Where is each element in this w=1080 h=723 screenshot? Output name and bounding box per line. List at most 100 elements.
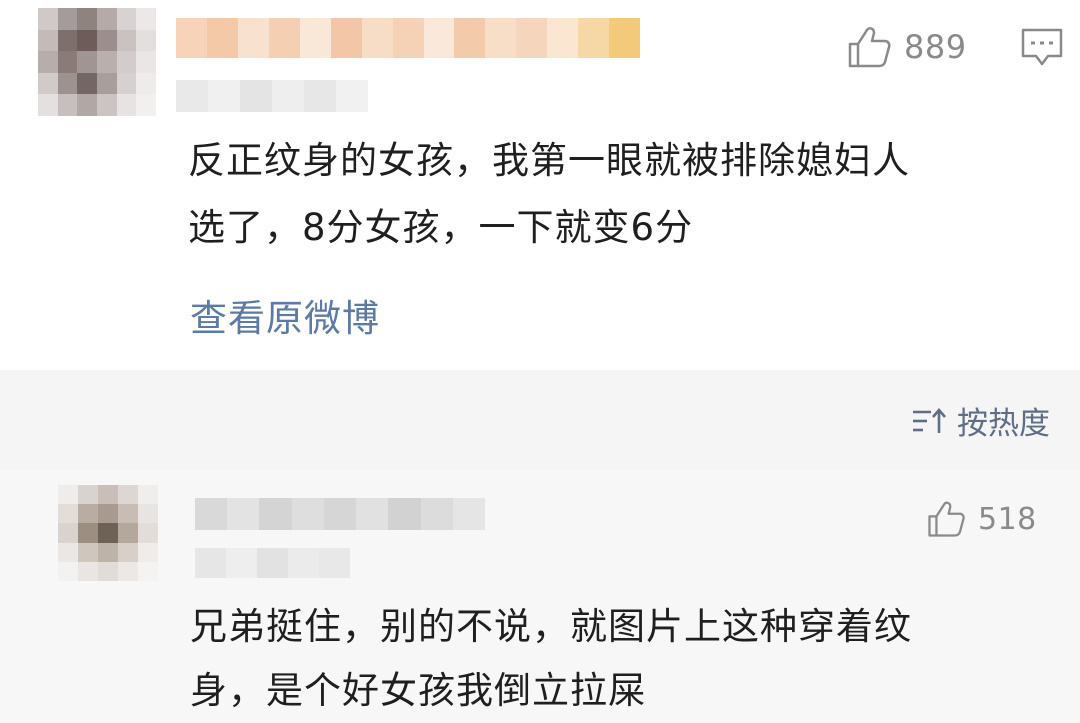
mosaic-tile — [78, 523, 98, 543]
mosaic-tile — [116, 94, 137, 116]
comment-text-line: 反正纹身的女孩，我第一眼就被排除媳妇人 — [188, 139, 910, 182]
comment-text-line: 选了，8分女孩，一下就变6分 — [188, 206, 694, 249]
mosaic-tile — [208, 80, 240, 112]
mosaic-tile — [195, 498, 228, 530]
mosaic-tile — [288, 548, 319, 578]
mosaic-tile — [237, 18, 269, 58]
comment-text-line: 兄弟挺住，别的不说，就图片上这种穿着纹 — [190, 605, 912, 648]
mosaic-tile — [138, 561, 158, 581]
mosaic-tile — [118, 561, 138, 581]
mosaic-tile — [116, 8, 137, 30]
comment-meta-pixelated — [176, 80, 368, 112]
mosaic-tile — [136, 72, 156, 95]
mosaic-tile — [257, 548, 288, 578]
mosaic-tile — [452, 498, 485, 530]
username-pixelated[interactable] — [195, 498, 485, 530]
thumbs-up-icon — [928, 501, 965, 537]
mosaic-tile — [38, 72, 58, 95]
mosaic-tile — [304, 80, 336, 112]
mosaic-tile — [78, 561, 98, 581]
mosaic-tile — [227, 498, 260, 530]
like-count: 518 — [978, 501, 1037, 537]
mosaic-tile — [138, 542, 158, 562]
mosaic-tile — [118, 542, 138, 562]
mosaic-tile — [136, 94, 156, 116]
comment-bubble-icon[interactable] — [1020, 26, 1064, 68]
sort-order-icon — [913, 407, 946, 433]
mosaic-tile — [116, 72, 137, 95]
mosaic-tile — [57, 94, 78, 116]
mosaic-tile — [77, 8, 97, 30]
mosaic-tile — [176, 18, 207, 58]
mosaic-tile — [96, 51, 117, 73]
mosaic-tile — [323, 498, 357, 530]
comment-text-line: 身，是个好女孩我倒立拉屎 — [190, 669, 646, 712]
mosaic-tile — [268, 18, 300, 58]
mosaic-tile — [78, 542, 98, 562]
mosaic-tile — [423, 18, 455, 58]
avatar[interactable] — [38, 8, 156, 116]
sort-by-popularity-button[interactable]: 按热度 — [911, 398, 1050, 443]
mosaic-tile — [336, 80, 368, 112]
mosaic-tile — [98, 485, 118, 505]
mosaic-tile — [58, 485, 78, 505]
mosaic-tile — [77, 94, 97, 116]
mosaic-tile — [58, 561, 78, 581]
mosaic-tile — [118, 523, 138, 543]
sort-label: 按热度 — [957, 406, 1050, 442]
mosaic-tile — [330, 18, 362, 58]
mosaic-tile — [118, 485, 138, 505]
mosaic-tile — [195, 548, 226, 578]
like-button[interactable]: 889 — [846, 24, 967, 70]
mosaic-tile — [58, 504, 78, 524]
comment-meta-pixelated — [195, 548, 350, 578]
mosaic-tile — [57, 72, 78, 95]
mosaic-tile — [98, 523, 118, 543]
mosaic-tile — [98, 504, 118, 524]
mosaic-tile — [98, 561, 118, 581]
mosaic-tile — [226, 548, 257, 578]
mosaic-tile — [78, 485, 98, 505]
mosaic-tile — [57, 8, 78, 30]
mosaic-tile — [547, 18, 579, 58]
mosaic-tile — [420, 498, 453, 530]
mosaic-tile — [138, 523, 158, 543]
mosaic-tile — [77, 51, 97, 73]
mosaic-tile — [57, 51, 78, 73]
mosaic-tile — [272, 80, 304, 112]
username-pixelated[interactable] — [176, 18, 641, 58]
mosaic-tile — [136, 51, 156, 73]
mosaic-tile — [96, 29, 117, 52]
mosaic-tile — [578, 18, 610, 58]
mosaic-tile — [356, 498, 389, 530]
mosaic-tile — [96, 8, 117, 30]
mosaic-tile — [138, 485, 158, 505]
view-original-weibo-link[interactable]: 查看原微博 — [190, 288, 380, 342]
mosaic-tile — [78, 504, 98, 524]
mosaic-tile — [136, 8, 156, 30]
mosaic-tile — [319, 548, 350, 578]
mosaic-tile — [299, 18, 331, 58]
mosaic-tile — [388, 498, 421, 530]
thumbs-up-icon — [848, 27, 891, 68]
mosaic-tile — [138, 504, 158, 524]
like-count: 889 — [904, 28, 967, 66]
mosaic-tile — [77, 72, 97, 95]
mosaic-tile — [609, 18, 641, 58]
like-button[interactable]: 518 — [926, 498, 1037, 540]
mosaic-tile — [240, 80, 272, 112]
mosaic-tile — [291, 498, 324, 530]
mosaic-tile — [454, 18, 486, 58]
comment-card: 889 反正纹身的女孩，我第一眼就被排除媳妇人 选了，8分女孩，一下就变6分 查… — [0, 0, 1080, 370]
avatar[interactable] — [58, 485, 158, 581]
mosaic-tile — [96, 72, 117, 95]
mosaic-tile — [96, 94, 117, 116]
mosaic-tile — [38, 51, 58, 73]
mosaic-tile — [58, 523, 78, 543]
mosaic-tile — [259, 498, 292, 530]
mosaic-tile — [392, 18, 424, 58]
mosaic-tile — [118, 504, 138, 524]
mosaic-tile — [361, 18, 393, 58]
weibo-comment-screen: 889 反正纹身的女孩，我第一眼就被排除媳妇人 选了，8分女孩，一下就变6分 查… — [0, 0, 1080, 723]
mosaic-tile — [206, 18, 238, 58]
